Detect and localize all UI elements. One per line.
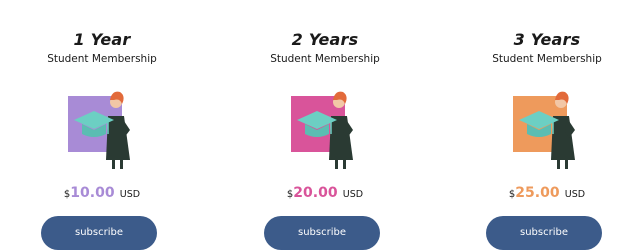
- figure-dress: [106, 116, 130, 160]
- graduation-cap-icon: [513, 91, 575, 169]
- price-unit: USD: [342, 189, 364, 200]
- figure-legs: [565, 160, 568, 169]
- figure-dress: [551, 116, 575, 160]
- plan-title: 1 Year: [73, 30, 131, 49]
- figure-legs: [335, 160, 338, 169]
- plan-subtitle: Student Membership: [47, 53, 157, 65]
- price-amount: 25.00: [515, 185, 560, 201]
- plan-title: 2 Years: [291, 30, 359, 49]
- price: $20.00 USD: [235, 185, 415, 201]
- plan-subtitle: Student Membership: [492, 53, 602, 65]
- plan-subtitle: Student Membership: [270, 53, 380, 65]
- figure-legs: [120, 160, 123, 169]
- plan-card-3-years: 3 Years Student Membership $25.00 USD su…: [457, 0, 637, 251]
- price: $25.00 USD: [457, 185, 637, 201]
- price-unit: USD: [119, 189, 141, 200]
- graduation-cap-icon: [291, 91, 353, 169]
- figure-legs: [343, 160, 346, 169]
- graduation-cap-icon: [68, 91, 130, 169]
- price: $10.00 USD: [12, 185, 192, 201]
- membership-plans: 1 Year Student Membership $10.00 USD sub…: [0, 0, 643, 251]
- price-unit: USD: [564, 189, 586, 200]
- plan-card-2-years: 2 Years Student Membership $20.00 USD su…: [235, 0, 415, 251]
- figure-legs: [557, 160, 560, 169]
- price-amount: 10.00: [70, 185, 115, 201]
- price-amount: 20.00: [293, 185, 338, 201]
- subscribe-button-2-years[interactable]: subscribe: [264, 216, 380, 250]
- subscribe-button-3-years[interactable]: subscribe: [486, 216, 602, 250]
- figure-dress: [329, 116, 353, 160]
- plan-card-1-year: 1 Year Student Membership $10.00 USD sub…: [12, 0, 192, 251]
- figure-legs: [112, 160, 115, 169]
- subscribe-button-1-year[interactable]: subscribe: [41, 216, 157, 250]
- plan-title: 3 Years: [513, 30, 581, 49]
